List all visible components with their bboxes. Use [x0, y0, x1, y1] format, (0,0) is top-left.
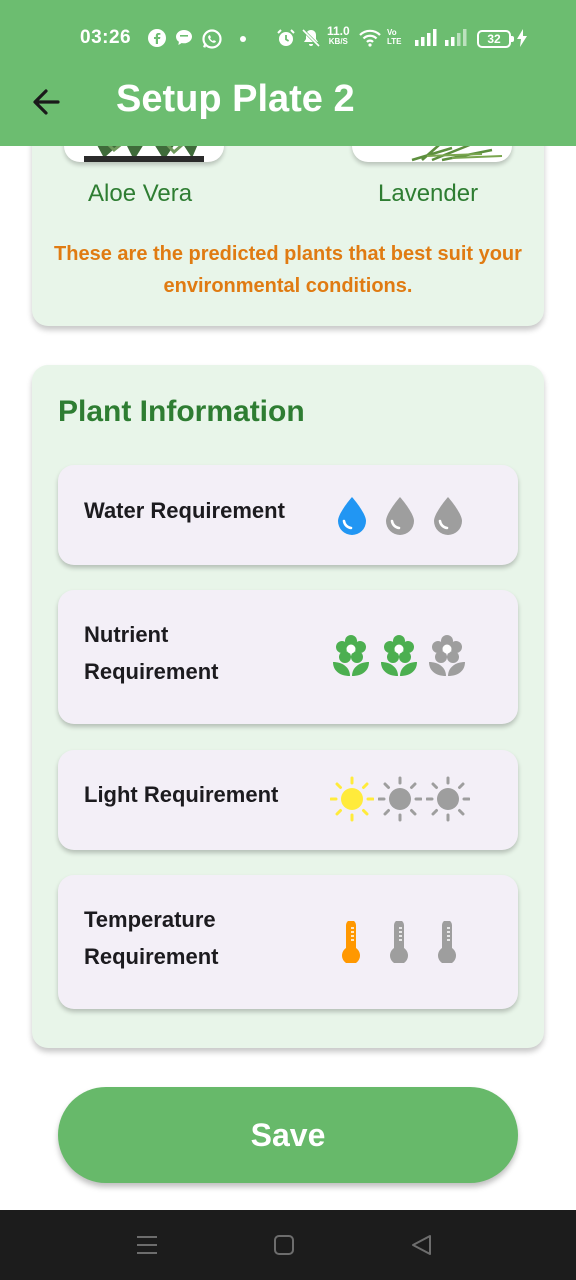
signal-icon — [445, 29, 467, 46]
flower-icon — [381, 635, 417, 676]
light-requirement-row: Light Requirement — [58, 750, 518, 850]
volte-bottom: LTE — [387, 37, 402, 46]
requirement-label-line: Temperature — [84, 907, 216, 932]
prediction-note: These are the predicted plants that best… — [54, 243, 522, 297]
status-bar: 03:26 11.0 KB/S Vo LTE 32 — [0, 22, 576, 56]
whatsapp-icon — [202, 29, 222, 49]
wifi-icon — [359, 29, 381, 47]
mute-icon — [301, 28, 321, 48]
temperature-level-icons — [340, 921, 458, 963]
arrow-left-icon[interactable] — [26, 82, 66, 122]
requirement-label: Nutrient Requirement — [84, 616, 218, 690]
chat-icon — [176, 30, 192, 45]
plant-name: Lavender — [378, 180, 479, 207]
requirement-label-line: Requirement — [84, 659, 219, 684]
charging-icon — [517, 29, 527, 47]
net-speed-value: 11.0 — [327, 24, 350, 38]
battery-indicator: 32 — [477, 30, 514, 48]
signal-icon — [415, 29, 437, 46]
volte-indicator: Vo LTE — [387, 28, 402, 46]
nutrient-level-icons — [332, 634, 466, 678]
net-speed: 11.0 KB/S — [327, 25, 350, 46]
sun-icon — [330, 776, 374, 822]
top-bar: 03:26 11.0 KB/S Vo LTE 32 Setup Plate 2 — [0, 0, 576, 146]
status-time: 03:26 — [80, 27, 132, 48]
back-triangle-icon[interactable] — [408, 1232, 436, 1258]
water-drop-icon — [386, 497, 414, 535]
temperature-requirement-row: Temperature Requirement — [58, 875, 518, 1009]
requirement-label: Temperature Requirement — [84, 901, 218, 975]
save-button[interactable]: Save — [58, 1087, 518, 1183]
thermometer-icon — [342, 921, 360, 963]
water-requirement-row: Water Requirement — [58, 465, 518, 565]
page-title: Setup Plate 2 — [116, 78, 355, 120]
dot-icon — [240, 36, 246, 42]
light-level-icons — [330, 776, 470, 822]
nutrient-requirement-row: Nutrient Requirement — [58, 590, 518, 724]
volte-top: Vo — [387, 28, 397, 37]
requirement-label: Water Requirement — [84, 498, 285, 523]
sun-icon — [378, 776, 422, 822]
home-icon[interactable] — [270, 1232, 298, 1258]
sun-icon — [426, 776, 470, 822]
section-title: Plant Information — [58, 395, 305, 428]
requirement-label-line: Nutrient — [84, 622, 169, 647]
flower-icon — [333, 635, 369, 676]
flower-icon — [429, 635, 465, 676]
alarm-icon — [277, 29, 295, 46]
net-speed-unit: KB/S — [328, 37, 348, 46]
app-bar: Setup Plate 2 — [0, 60, 576, 144]
plant-name: Aloe Vera — [88, 180, 193, 207]
requirement-label-line: Requirement — [84, 944, 219, 969]
navigation-bar — [0, 1210, 576, 1280]
water-level-icons — [334, 495, 466, 535]
water-drop-icon — [434, 497, 462, 535]
thermometer-icon — [390, 921, 408, 963]
screen: 03:26 11.0 KB/S Vo LTE 32 Setup Plate 2 … — [0, 0, 576, 1280]
menu-icon[interactable] — [133, 1232, 161, 1258]
requirement-label: Light Requirement — [84, 782, 279, 807]
plant-information-card: Plant Information Water Requirement Nutr… — [32, 365, 544, 1048]
thermometer-icon — [438, 921, 456, 963]
facebook-icon — [148, 29, 166, 47]
water-drop-icon — [338, 497, 366, 535]
